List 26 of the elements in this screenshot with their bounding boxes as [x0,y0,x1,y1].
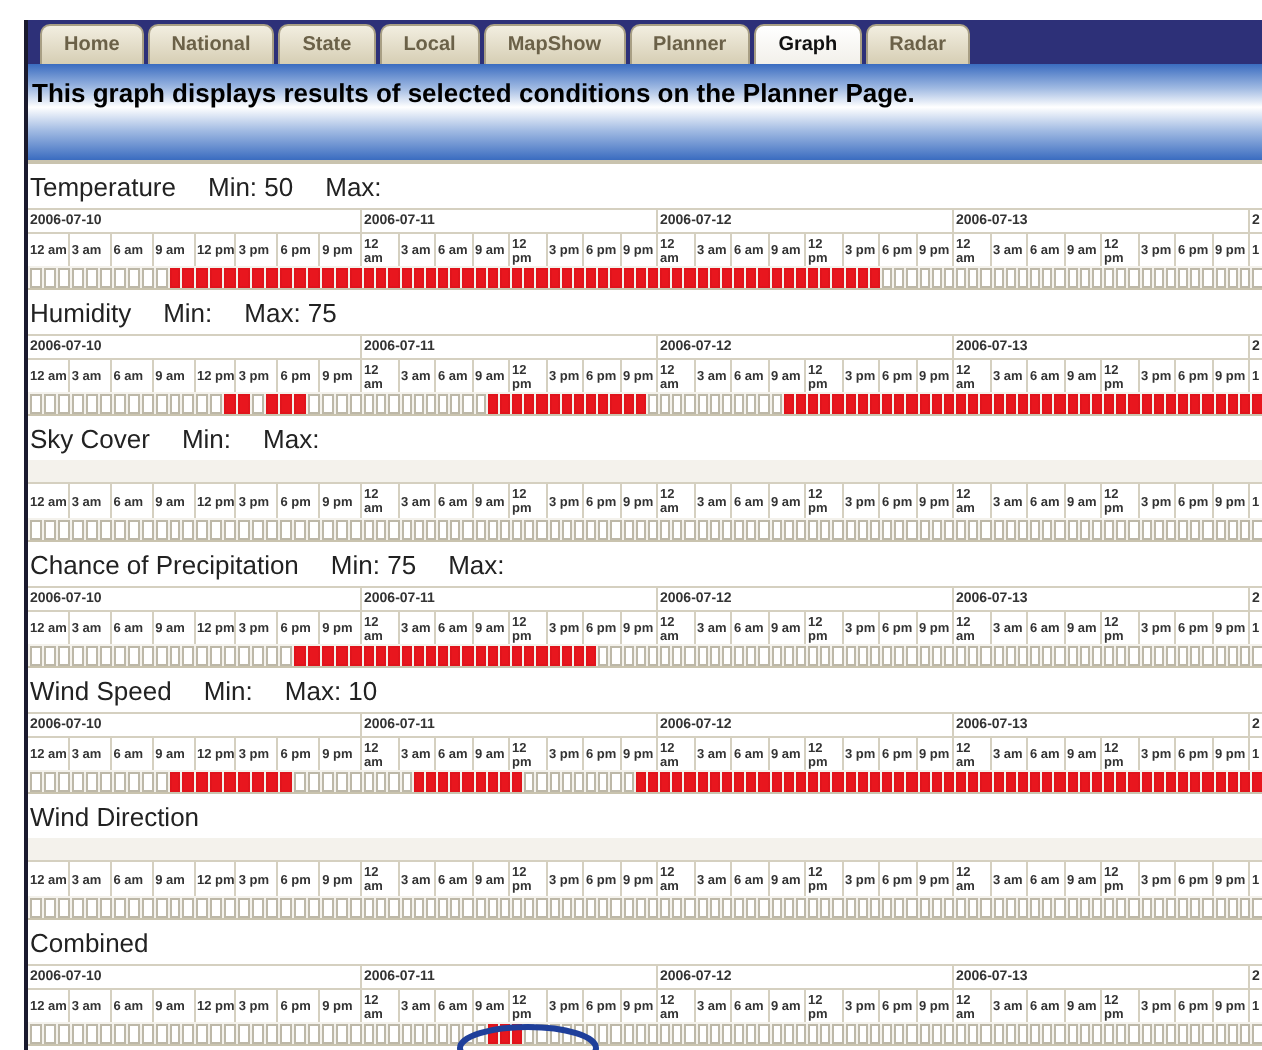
banner-text: This graph displays results of selected conditions on the Planner Page. [32,78,915,108]
nav-tab[interactable]: National [147,24,275,64]
min-label: Min: [203,675,253,705]
condition-title: Temperature [30,171,176,201]
min-label: Min: 50 [207,171,294,201]
max-label: Max: [448,549,505,579]
nav-tab[interactable]: Planner [629,24,751,64]
nav-tab[interactable]: Local [379,24,480,64]
max-label: Max: 10 [284,675,378,705]
min-label: Min: 75 [330,549,417,579]
max-label: Max: 75 [244,297,337,327]
max-label: Max: [325,171,382,201]
condition-title: Wind Direction [30,801,200,831]
condition-title: Humidity [30,297,132,327]
min-label: Min: [163,297,213,327]
min-label: Min: [181,423,232,453]
max-label: Max: [263,423,320,453]
nav-tab[interactable]: Radar [865,24,970,64]
condition-title: Combined [30,927,149,957]
condition-title: Chance of Precipitation [30,549,299,579]
condition-title: Sky Cover [30,423,150,453]
nav-tab[interactable]: State [278,24,376,64]
condition-title: Wind Speed [30,675,172,705]
nav-tab[interactable]: Home [40,24,144,64]
nav-tab[interactable]: MapShow [483,24,625,64]
nav-tab[interactable]: Graph [754,24,862,64]
